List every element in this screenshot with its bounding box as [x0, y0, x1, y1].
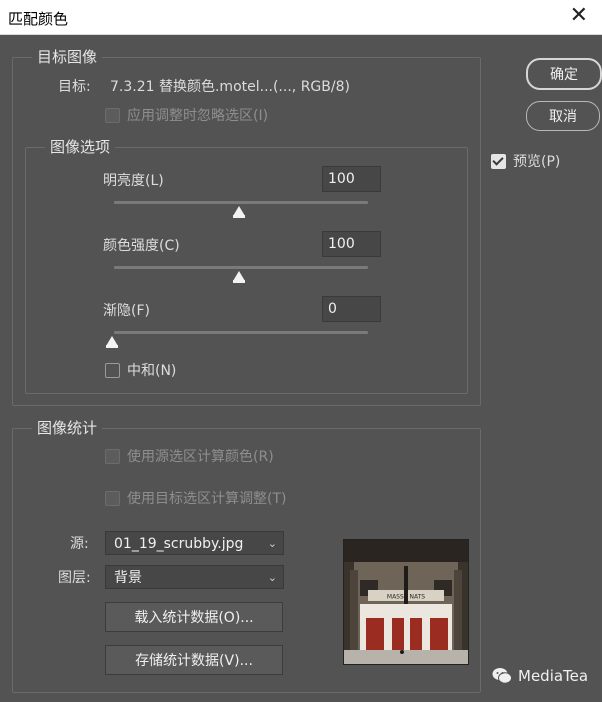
preview-checkbox[interactable] — [491, 154, 506, 169]
image-options-legend: 图像选项 — [45, 136, 116, 157]
use-target-selection-label: 使用目标选区计算调整(T) — [127, 491, 287, 507]
layer-select[interactable]: 背景 ⌄ — [105, 565, 284, 589]
fade-label: 渐隐(F) — [103, 303, 150, 319]
luminance-input[interactable]: 100 — [322, 166, 381, 192]
save-statistics-button[interactable]: 存储统计数据(V)... — [105, 645, 283, 675]
intensity-slider-thumb[interactable] — [233, 271, 245, 283]
fade-input[interactable]: 0 — [322, 296, 381, 322]
use-source-selection-checkbox[interactable] — [105, 449, 120, 464]
layer-label: 图层: — [58, 570, 91, 586]
image-statistics-legend: 图像统计 — [32, 417, 103, 438]
ok-button[interactable]: 确定 — [526, 58, 602, 90]
use-target-selection-checkbox[interactable] — [105, 491, 120, 506]
watermark-text: MediaTea — [518, 667, 589, 685]
building-facade-image: MASSE NATS — [344, 540, 468, 664]
source-select[interactable]: 01_19_scrubby.jpg ⌄ — [105, 531, 284, 555]
intensity-input[interactable]: 100 — [322, 231, 381, 257]
luminance-label: 明亮度(L) — [103, 173, 164, 189]
ignore-selection-checkbox[interactable] — [105, 108, 120, 123]
luminance-slider-thumb[interactable] — [233, 206, 245, 218]
neutralize-checkbox[interactable] — [105, 363, 120, 378]
source-image-thumbnail: MASSE NATS — [343, 539, 469, 665]
target-value: 7.3.21 替换颜色.motel...(..., RGB/8) — [110, 79, 350, 95]
source-select-value: 01_19_scrubby.jpg — [114, 536, 244, 552]
neutralize-label: 中和(N) — [127, 363, 177, 379]
window-title: 匹配颜色 — [8, 10, 69, 28]
wechat-icon — [492, 668, 512, 684]
chevron-down-icon: ⌄ — [267, 537, 277, 550]
match-color-dialog: 确定 取消 预览(P) 目标图像 目标: 7.3.21 替换颜色.motel..… — [0, 35, 602, 702]
intensity-label: 颜色强度(C) — [103, 238, 180, 254]
image-options-group — [25, 147, 468, 394]
chevron-down-icon: ⌄ — [267, 571, 277, 584]
cancel-button[interactable]: 取消 — [526, 101, 600, 131]
ignore-selection-label: 应用调整时忽略选区(I) — [127, 108, 269, 124]
fade-slider-thumb[interactable] — [106, 336, 118, 348]
layer-select-value: 背景 — [114, 570, 142, 586]
title-bar: 匹配颜色 ✕ — [0, 0, 602, 35]
preview-label: 预览(P) — [513, 154, 561, 170]
fade-slider-track[interactable] — [114, 331, 368, 334]
target-label: 目标: — [58, 79, 91, 95]
source-label: 源: — [70, 536, 89, 552]
use-source-selection-label: 使用源选区计算颜色(R) — [127, 449, 274, 465]
intensity-slider-track[interactable] — [114, 266, 368, 269]
watermark: MediaTea — [492, 667, 588, 685]
target-image-legend: 目标图像 — [32, 46, 103, 67]
load-statistics-button[interactable]: 载入统计数据(O)... — [105, 602, 283, 632]
luminance-slider-track[interactable] — [114, 201, 368, 204]
close-icon[interactable]: ✕ — [570, 4, 588, 28]
